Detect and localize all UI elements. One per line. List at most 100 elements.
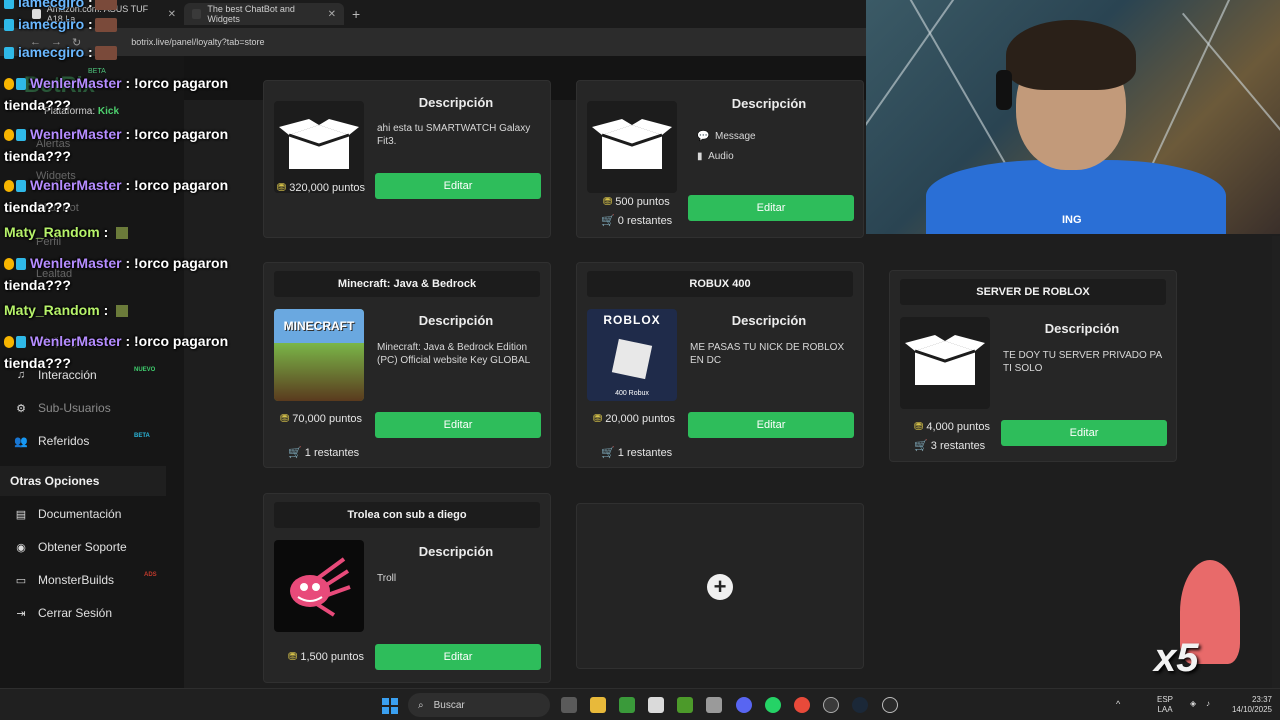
item-description: ahi esta tu SMARTWATCH Galaxy Fit3.	[377, 123, 531, 147]
taskbar-search[interactable]: ⌕ Buscar	[408, 693, 550, 717]
desc-item: Message	[715, 131, 756, 142]
lang-layout: LAA	[1157, 705, 1173, 714]
edit-button[interactable]: Editar	[688, 195, 854, 221]
volume-icon[interactable]: ♪	[1206, 699, 1210, 709]
plus-icon[interactable]: +	[707, 574, 733, 600]
store-icon[interactable]	[648, 697, 664, 713]
box-icon	[592, 119, 672, 169]
store-item-card: Descripción 💬 Message ▮ Audio ⛃ 500 punt…	[576, 80, 864, 238]
edit-button[interactable]: Editar	[375, 644, 541, 670]
item-title: Trolea con sub a diego	[274, 502, 540, 528]
edit-button[interactable]: Editar	[688, 412, 854, 438]
clock[interactable]: 23:37 14/10/2025	[1224, 695, 1272, 715]
windows-taskbar: ⌕ Buscar ^ ESP LAA ◈ ♪ 23:37 14/10/2025	[0, 688, 1280, 720]
url-field[interactable]: botrix.live/panel/loyalty?tab=store	[131, 37, 264, 47]
troll-thumbnail	[274, 540, 364, 632]
item-price: ⛃ 4,000 puntos	[902, 420, 1002, 434]
sidebar-item-referidos[interactable]: 👥 Referidos	[14, 434, 174, 448]
platform-label: Plataforma: Kick	[44, 106, 119, 117]
sidebar-item-label: Referidos	[38, 434, 90, 448]
back-icon[interactable]: ←	[30, 36, 41, 48]
sidebar-item-lealtad[interactable]: Lealtad	[36, 268, 72, 280]
cart-icon: 🛒	[288, 447, 302, 459]
forward-icon[interactable]: →	[51, 36, 62, 48]
sidebar-item-soporte[interactable]: ◉ Obtener Soporte	[14, 540, 174, 554]
sidebar-item-widgets[interactable]: Widgets	[36, 170, 76, 182]
stock-text: 1 restantes	[304, 447, 360, 459]
coin-icon: ⛃	[276, 182, 287, 194]
xbox-icon[interactable]	[619, 697, 635, 713]
store-item-card: SERVER DE ROBLOX Descripción TE DOY TU S…	[889, 270, 1177, 462]
scrollbar[interactable]	[1272, 236, 1280, 688]
stock-text: 1 restantes	[617, 447, 673, 459]
add-item-card[interactable]: +	[576, 503, 864, 669]
item-stock: 🛒 0 restantes	[601, 214, 672, 227]
edit-button[interactable]: Editar	[375, 412, 541, 438]
browser-tab-amazon[interactable]: Amazon.com: ASUS TUF A18 La ✕	[24, 3, 184, 25]
audio-file-icon: ▮	[697, 151, 703, 162]
sidebar-item-cerrar-sesion[interactable]: ⇥ Cerrar Sesión	[14, 606, 174, 620]
sidebar-item-documentacion[interactable]: ▤ Documentación	[14, 507, 174, 521]
settings-icon[interactable]	[823, 697, 839, 713]
price-text: 20,000 puntos	[605, 413, 675, 425]
search-icon: ⌕	[418, 699, 424, 711]
obs-icon[interactable]	[882, 697, 898, 713]
store-item-card: Trolea con sub a diego Descripción Troll…	[263, 493, 551, 683]
tab-label: The best ChatBot and Widgets	[207, 4, 295, 24]
tray-overflow-icon[interactable]: ^	[1116, 699, 1120, 709]
coin-icon: ⛃	[914, 421, 924, 433]
item-title: Minecraft: Java & Bedrock	[274, 271, 540, 297]
gear-icon: ⚙	[16, 402, 26, 415]
item-title: SERVER DE ROBLOX	[900, 279, 1166, 305]
task-view-icon[interactable]	[561, 697, 577, 713]
discord-icon[interactable]	[736, 697, 752, 713]
close-tab-icon[interactable]: ✕	[328, 9, 336, 20]
language-indicator[interactable]: ESP LAA	[1157, 695, 1173, 715]
minecraft-icon[interactable]	[677, 697, 693, 713]
store-item-card: ROBUX 400 ROBLOX 400 Robux Descripción M…	[576, 262, 864, 468]
chrome-icon[interactable]	[794, 697, 810, 713]
sidebar-item-alertas[interactable]: Alertas	[36, 138, 70, 150]
app-icon[interactable]	[706, 697, 722, 713]
steam-icon[interactable]	[852, 697, 868, 713]
sidebar-item-chatbot[interactable]: Chat Bot	[36, 202, 79, 214]
item-stock: 🛒 1 restantes	[288, 446, 359, 459]
browser-tab-bar: Amazon.com: ASUS TUF A18 La ✕ The best C…	[0, 0, 866, 28]
tab-label: Amazon.com: ASUS TUF A18 La	[46, 4, 149, 24]
coin-icon: ⛃	[592, 413, 603, 425]
item-price: ⛃ 320,000 puntos	[276, 181, 366, 195]
brand-beta-badge: BETA	[88, 68, 106, 75]
sidebar-item-label: Documentación	[38, 507, 122, 521]
sidebar-item-label: Obtener Soporte	[38, 540, 127, 554]
streamer-hair	[1006, 20, 1136, 90]
sidebar-item-perfil[interactable]: Perfil	[36, 236, 61, 248]
minecraft-thumbnail: MINECRAFT	[274, 309, 364, 401]
edit-button[interactable]: Editar	[375, 173, 541, 199]
search-placeholder: Buscar	[433, 699, 465, 711]
item-description: Minecraft: Java & Bedrock Edition (PC) O…	[377, 342, 531, 366]
support-icon: ◉	[16, 541, 26, 554]
item-stock: 🛒 3 restantes	[914, 439, 985, 452]
box-icon	[279, 119, 359, 169]
sidebar-item-label: Sub-Usuarios	[38, 401, 111, 415]
windows-start-icon[interactable]	[382, 698, 398, 714]
file-explorer-icon[interactable]	[590, 697, 606, 713]
brand-logo: BotRix	[24, 72, 95, 97]
shirt-text: ING	[1062, 214, 1082, 226]
edit-button[interactable]: Editar	[1001, 420, 1167, 446]
sidebar-item-minijuegos[interactable]: Minijuegos	[36, 336, 89, 348]
description-heading: Descripción	[1044, 321, 1120, 336]
amazon-favicon-icon	[32, 9, 41, 19]
store-item-card: Minecraft: Java & Bedrock MINECRAFT Desc…	[263, 262, 551, 468]
address-bar: ← → ↻ botrix.live/panel/loyalty?tab=stor…	[0, 28, 866, 56]
network-icon[interactable]: ◈	[1190, 699, 1196, 709]
close-tab-icon[interactable]: ✕	[168, 9, 176, 20]
sidebar-item-subusuarios[interactable]: ⚙ Sub-Usuarios	[14, 401, 174, 415]
reload-icon[interactable]: ↻	[72, 36, 81, 49]
whatsapp-icon[interactable]	[765, 697, 781, 713]
troll-face-icon	[290, 557, 351, 617]
cart-icon: 🛒	[601, 215, 615, 227]
new-tab-icon[interactable]: +	[352, 6, 360, 22]
sidebar: BotRix BETA Plataforma: Kick Alertas Wid…	[0, 56, 184, 688]
browser-tab-botrix[interactable]: The best ChatBot and Widgets ✕	[184, 3, 344, 25]
